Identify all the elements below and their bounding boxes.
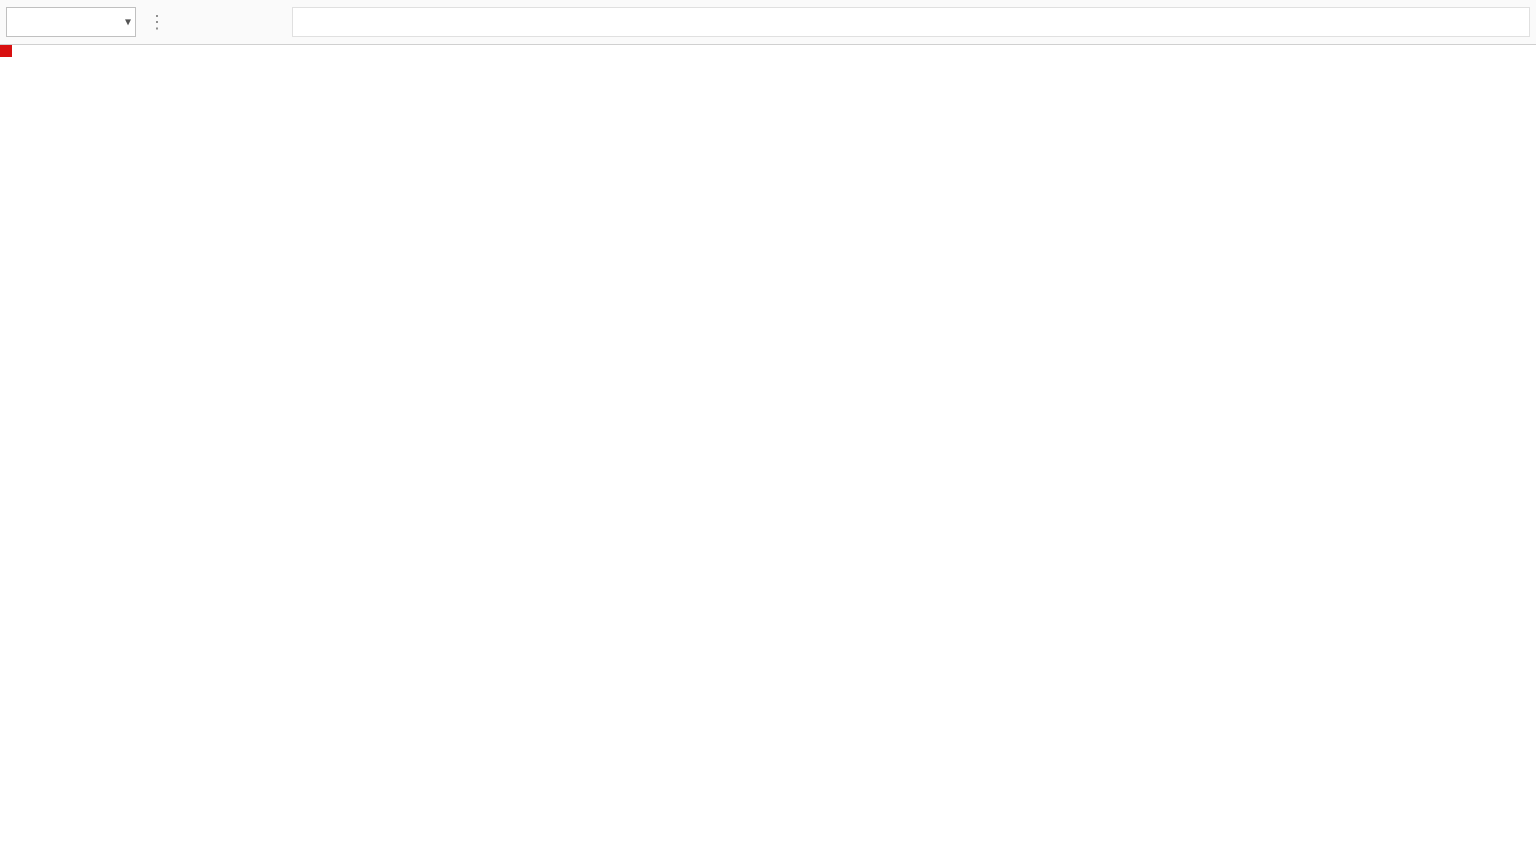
accept-formula-icon[interactable]	[216, 7, 250, 37]
spreadsheet-grid[interactable]	[0, 45, 1536, 860]
chevron-down-icon[interactable]: ▾	[125, 15, 131, 30]
name-box[interactable]: ▾	[6, 7, 136, 37]
cancel-formula-icon[interactable]	[178, 7, 212, 37]
highlight-box	[0, 45, 12, 57]
formula-input[interactable]	[292, 7, 1530, 37]
vertical-dots-icon: ⋮	[140, 7, 174, 37]
formula-bar: ▾ ⋮	[0, 0, 1536, 45]
